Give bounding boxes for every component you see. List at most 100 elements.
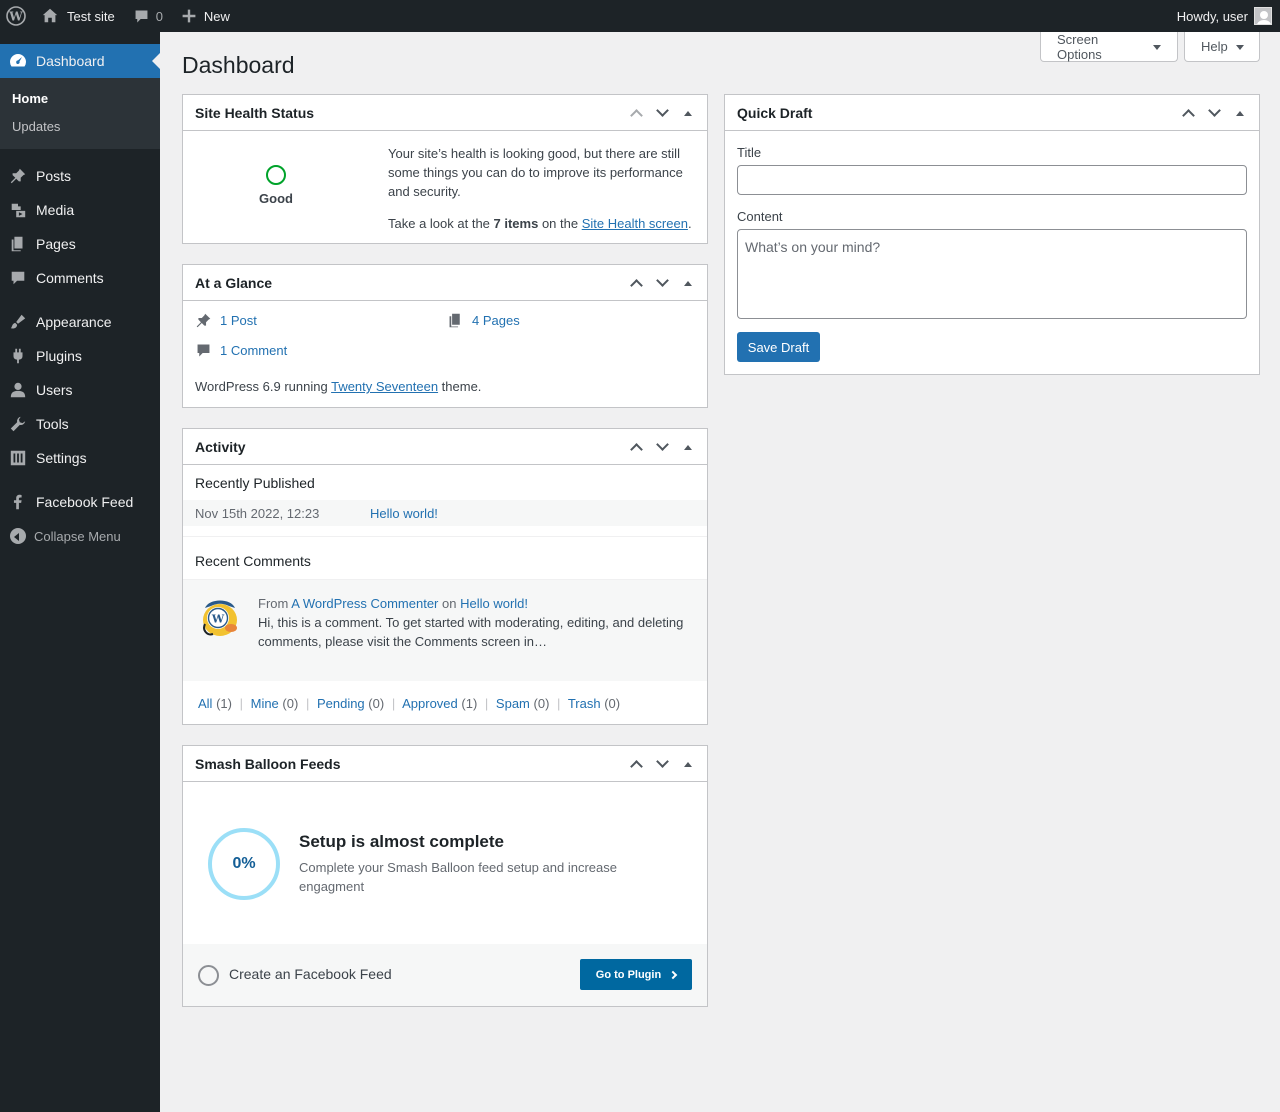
site-name: Test site [67,8,115,24]
comment-post-link[interactable]: Hello world! [460,596,528,611]
published-post-link[interactable]: Hello world! [370,506,438,521]
site-name-link[interactable]: Test site [33,0,123,32]
glance-comments-label: 1 Comment [220,343,288,358]
theme-link[interactable]: Twenty Seventeen [331,379,438,394]
save-draft-button[interactable]: Save Draft [737,332,820,362]
at-a-glance-widget: At a Glance 1 Post 4 Pages 1 Comment Wor… [182,264,708,408]
wordpress-logo-icon[interactable]: W [0,0,33,32]
recent-comments-heading: Recent Comments [195,553,311,569]
submenu-home[interactable]: Home [0,85,160,113]
filter-pending[interactable]: Pending (0) [317,696,384,711]
sidebar-item-label: Tools [36,416,69,432]
collapse-arrow-icon [10,528,26,544]
move-down-button[interactable] [649,95,675,131]
sidebar-item-pages[interactable]: Pages [0,227,160,261]
health-text-1: Your site’s health is looking good, but … [388,146,683,199]
widget-title: Activity [195,438,246,455]
sidebar-item-facebook-feed[interactable]: Facebook Feed [0,485,160,519]
comments-count: 0 [155,8,163,24]
filter-mine[interactable]: Mine (0) [251,696,299,711]
site-health-widget: Site Health Status Good Your site’s heal… [182,94,708,244]
sidebar-item-appearance[interactable]: Appearance [0,305,160,339]
glance-pages-label: 4 Pages [472,313,520,328]
chevron-down-icon [655,104,669,117]
glance-pages-link[interactable]: 4 Pages [447,312,520,329]
sidebar-item-tools[interactable]: Tools [0,407,160,441]
filter-trash[interactable]: Trash (0) [568,696,620,711]
sidebar-item-dashboard[interactable]: Dashboard [0,44,160,78]
glance-posts-label: 1 Post [220,313,257,328]
toggle-panel-button[interactable] [675,429,701,465]
widget-title: Smash Balloon Feeds [195,755,341,772]
toggle-panel-button[interactable] [1227,95,1253,131]
move-down-button[interactable] [649,429,675,465]
site-health-screen-link[interactable]: Site Health screen [582,216,688,231]
toggle-panel-button[interactable] [675,265,701,301]
draft-content-label: Content [737,209,783,224]
draft-content-textarea[interactable]: What’s on your mind? [737,229,1247,319]
comments-link[interactable]: 0 [125,0,171,32]
task-checkbox-circle[interactable] [198,965,219,986]
media-icon [8,200,28,220]
smash-balloon-widget: Smash Balloon Feeds 0% Setup is almost c… [182,745,708,1007]
sidebar-item-label: Settings [36,450,87,466]
new-content-link[interactable]: New [173,0,238,32]
page-title: Dashboard [182,52,295,78]
chevron-down-icon [655,755,669,768]
submenu-updates[interactable]: Updates [0,113,160,141]
sidebar-item-plugins[interactable]: Plugins [0,339,160,373]
wordpress-version-text: WordPress 6.9 running Twenty Seventeen t… [195,379,482,394]
facebook-icon [8,492,28,512]
widget-title: Quick Draft [737,104,813,121]
draft-title-input[interactable] [737,165,1247,195]
toggle-panel-button[interactable] [675,746,701,782]
comment-filters: All (1) | Mine (0) | Pending (0) | Appro… [198,696,621,711]
move-up-button[interactable] [623,265,649,301]
settings-sliders-icon [8,448,28,468]
caret-down-icon [1153,44,1161,54]
user-icon [8,380,28,400]
move-up-button[interactable] [623,429,649,465]
move-up-button[interactable] [1175,95,1201,131]
glance-comments-link[interactable]: 1 Comment [195,342,287,359]
avatar [1254,7,1272,25]
sidebar-item-label: Users [36,382,73,398]
filter-spam[interactable]: Spam (0) [496,696,549,711]
sidebar-item-users[interactable]: Users [0,373,160,407]
screen-options-label: Screen Options [1057,31,1102,62]
move-down-button[interactable] [649,746,675,782]
filter-approved[interactable]: Approved (1) [402,696,477,711]
screen-options-button[interactable]: Screen Options [1040,32,1178,62]
glance-posts-link[interactable]: 1 Post [195,312,257,329]
help-button[interactable]: Help [1184,32,1260,62]
sidebar-item-settings[interactable]: Settings [0,441,160,475]
move-down-button[interactable] [1201,95,1227,131]
collapse-menu-button[interactable]: Collapse Menu [0,519,160,553]
my-account[interactable]: Howdy, user [1177,7,1280,25]
move-up-button[interactable] [623,95,649,131]
sidebar-item-media[interactable]: Media [0,193,160,227]
quick-draft-widget: Quick Draft Title Content What’s on your… [724,94,1260,375]
filter-all[interactable]: All (1) [198,696,232,711]
go-to-plugin-label: Go to Plugin [595,968,662,981]
toggle-panel-button[interactable] [675,95,701,131]
sidebar-item-label: Dashboard [36,53,105,69]
admin-bar: W Test site 0 New Howdy, user [0,0,1280,32]
caret-down-icon [1235,44,1244,54]
draft-content-placeholder: What’s on your mind? [745,239,881,255]
triangle-up-icon [1236,107,1244,116]
commenter-avatar: W [199,594,241,638]
dashboard-submenu: Home Updates [0,78,160,149]
recently-published-heading: Recently Published [195,475,315,491]
sidebar-item-label: Posts [36,168,72,184]
triangle-up-icon [684,277,692,286]
activity-widget: Activity Recently Published Nov 15th 202… [182,428,708,725]
sidebar-item-comments[interactable]: Comments [0,261,160,295]
go-to-plugin-button[interactable]: Go to Plugin [580,959,692,990]
commenter-link[interactable]: A WordPress Commenter [291,596,438,611]
new-label: New [203,8,230,24]
move-down-button[interactable] [649,265,675,301]
comment-item: W From A WordPress Commenter on Hello wo… [183,579,707,681]
sidebar-item-posts[interactable]: Posts [0,159,160,193]
move-up-button[interactable] [623,746,649,782]
